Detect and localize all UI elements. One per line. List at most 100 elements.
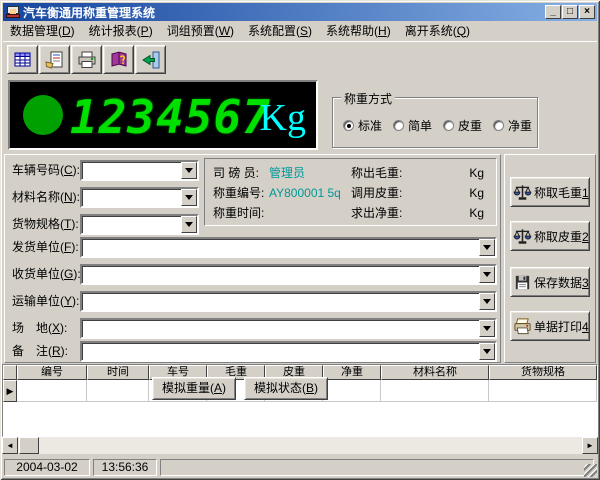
minimize-button[interactable]: _ [545,5,561,19]
menu-data-management[interactable]: 数据管理(D) [3,22,82,40]
weigh-tare-button[interactable]: 称取皮重2 [510,221,590,251]
toolbar-print-button[interactable] [71,45,102,74]
menu-system-config[interactable]: 系统配置(S) [241,22,319,40]
menu-system-help[interactable]: 系统帮助(H) [319,22,398,40]
chevron-down-icon [185,168,193,173]
receiver-input[interactable] [83,267,478,282]
grid-header-time: 时间 [87,365,149,380]
site-input[interactable] [83,321,478,336]
transporter-combo[interactable] [80,291,497,312]
receiver-combo[interactable] [80,264,497,285]
cargo-spec-combo[interactable] [80,214,199,235]
print-icon [513,317,532,336]
weigh-info-panel: 司 磅 员: 管理员 称出毛重: Kg 称重编号: AY800001 5q 调用… [204,158,497,226]
dropdown-button[interactable] [479,320,495,337]
menu-phrase-preset[interactable]: 词组预置(W) [160,22,241,40]
data-table-icon [12,50,34,70]
shipper-combo[interactable] [80,237,497,258]
weight-value: 1234567 [70,90,271,144]
horizontal-scrollbar[interactable]: ◄ ► [2,437,598,454]
receiver-label: 收货单位(G): [12,264,81,285]
dropdown-button[interactable] [181,189,197,206]
radio-simple[interactable]: 简单 [393,117,432,134]
app-window: 汽车衡通用称重管理系统 _ □ × 数据管理(D) 统计报表(P) 词组预置(W… [0,0,600,480]
vehicle-no-label: 车辆号码(C): [12,160,80,181]
grid-header-id: 编号 [17,365,87,380]
dropdown-button[interactable] [479,266,495,283]
radio-standard[interactable]: 标准 [343,117,382,134]
material-name-combo[interactable] [80,187,199,208]
dropdown-button[interactable] [479,239,495,256]
material-name-input[interactable] [83,190,180,205]
menu-statistics-report[interactable]: 统计报表(P) [82,22,160,40]
scrollbar-thumb[interactable] [19,437,39,454]
printer-icon [76,50,98,70]
remark-label: 备 注(R): [12,341,68,362]
toolbar-help-button[interactable] [103,45,134,74]
net-label: 求出净重: [351,205,402,221]
dropdown-button[interactable] [181,216,197,233]
row-marker-icon: ▶ [3,380,17,402]
net-unit: Kg [469,205,484,221]
site-combo[interactable] [80,318,497,339]
chevron-down-icon [185,195,193,200]
transporter-input[interactable] [83,294,478,309]
simulate-weight-button[interactable]: 模拟重量(A) [152,377,236,400]
simulate-status-button[interactable]: 模拟状态(B) [244,377,328,400]
resize-grip[interactable] [584,464,597,477]
scroll-left-icon[interactable]: ◄ [2,437,18,454]
operator-label: 司 磅 员: [213,165,259,181]
remark-combo[interactable] [80,341,497,362]
menu-bar: 数据管理(D) 统计报表(P) 词组预置(W) 系统配置(S) 系统帮助(H) … [3,21,597,40]
scale-icon [513,227,532,246]
menu-exit-system[interactable]: 离开系统(Q) [398,22,477,40]
dropdown-button[interactable] [479,343,495,360]
grid-header-selector [3,365,17,380]
weigh-gross-button[interactable]: 称取毛重1 [510,177,590,207]
title-bar: 汽车衡通用称重管理系统 _ □ × [3,3,597,21]
scale-icon [513,183,532,202]
save-floppy-icon [513,273,532,292]
toolbar-data-table-button[interactable] [7,45,38,74]
grid-header-material: 材料名称 [381,365,489,380]
print-ticket-label: 单据打印4 [534,318,589,335]
radio-net[interactable]: 净重 [493,117,532,134]
radio-icon [443,120,454,131]
dropdown-button[interactable] [181,162,197,179]
dropdown-button[interactable] [479,293,495,310]
shipper-input[interactable] [83,240,478,255]
chevron-down-icon [185,222,193,227]
radio-label: 净重 [508,117,532,134]
weigh-no-value: AY800001 5q [269,185,341,201]
save-data-label: 保存数据3 [534,274,589,291]
save-data-button[interactable]: 保存数据3 [510,267,590,297]
records-grid: 编号 时间 车号 毛重 皮重 净重 材料名称 货物规格 ▶ [2,364,598,437]
chevron-down-icon [483,272,491,277]
remark-input[interactable] [83,344,478,359]
vehicle-no-combo[interactable] [80,160,199,181]
toolbar-exit-button[interactable] [135,45,166,74]
status-extra [160,459,594,476]
operator-value: 管理员 [269,165,305,181]
radio-icon [393,120,404,131]
maximize-button[interactable]: □ [562,5,578,19]
shipper-label: 发货单位(F): [12,237,79,258]
weigh-gross-label: 称取毛重1 [534,184,589,201]
toolbar-report-button[interactable] [39,45,70,74]
scroll-right-icon[interactable]: ► [582,437,598,454]
window-title: 汽车衡通用称重管理系统 [23,4,155,21]
app-icon [6,5,20,19]
weigh-time-label: 称重时间: [213,205,264,221]
material-name-label: 材料名称(N): [12,187,80,208]
status-date: 2004-03-02 [4,459,90,476]
gross-label: 称出毛重: [351,165,402,181]
help-book-icon [108,50,130,70]
close-button[interactable]: × [579,5,595,19]
tare-label: 调用皮重: [351,185,402,201]
exit-icon [140,50,162,70]
print-ticket-button[interactable]: 单据打印4 [510,311,590,341]
grid-header-spec: 货物规格 [489,365,597,380]
vehicle-no-input[interactable] [83,163,180,178]
radio-tare[interactable]: 皮重 [443,117,482,134]
cargo-spec-input[interactable] [83,217,180,232]
